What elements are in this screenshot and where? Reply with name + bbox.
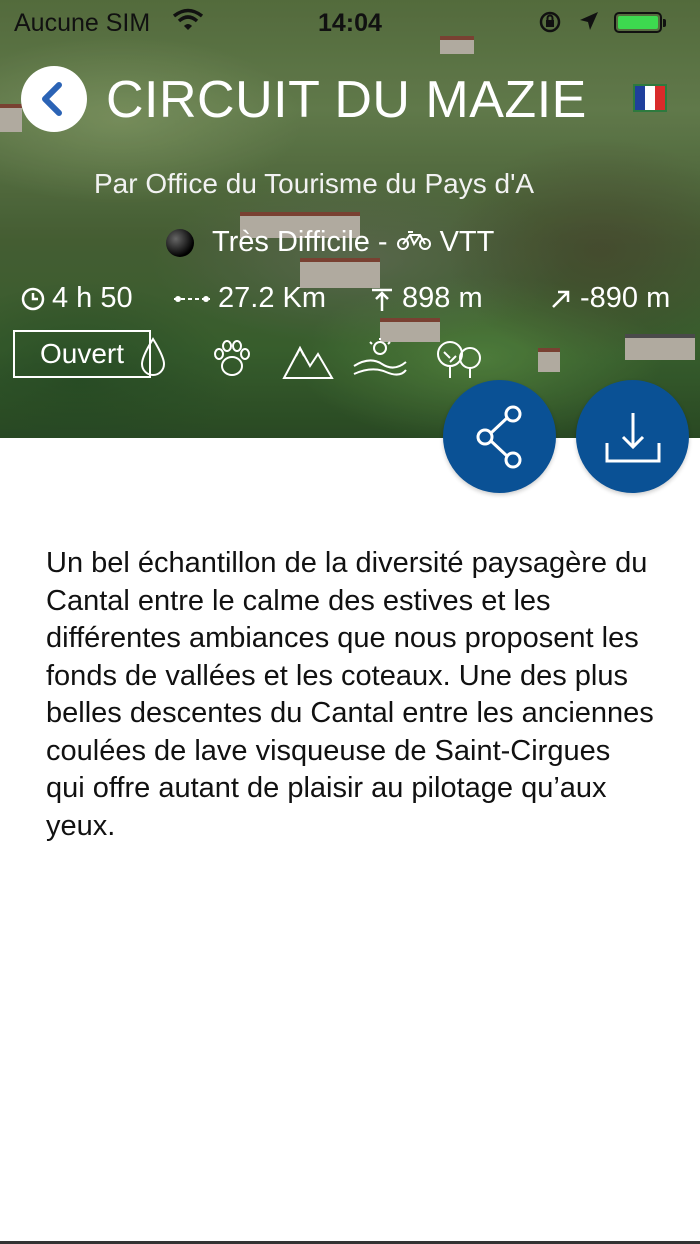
wifi-icon [172, 8, 204, 39]
descent-value: -890 m [580, 282, 671, 314]
separator: - [377, 226, 388, 258]
clock: 14:04 [318, 9, 382, 37]
duration-value: 4 h 50 [52, 282, 133, 314]
landscape-icon [352, 336, 408, 385]
mountains-icon [282, 336, 334, 385]
duration-stat: 4 h 50 [20, 282, 133, 315]
carrier-label: Aucune SIM [14, 9, 151, 37]
difficulty-dot-icon [166, 228, 194, 257]
trees-icon [434, 336, 486, 385]
fr-flag-icon[interactable] [633, 84, 667, 112]
ascent-value: 898 m [402, 282, 483, 314]
descent-stat: -890 m [548, 282, 670, 315]
distance-value: 27.2 Km [218, 282, 326, 314]
status-bar: Aucune SIM 14:04 [0, 0, 700, 46]
difficulty-row: Très Difficile - VTT [166, 226, 494, 259]
download-icon [605, 412, 660, 462]
ascent-icon [372, 288, 392, 311]
distance-stat: 27.2 Km [172, 282, 326, 315]
page-title: CIRCUIT DU MAZIE [106, 71, 587, 129]
description-text: Un bel échantillon de la diversité paysa… [46, 547, 654, 842]
clock-icon [21, 287, 45, 310]
bike-icon [396, 226, 432, 259]
paw-print-icon [210, 336, 254, 385]
ascent-stat: 898 m [368, 282, 483, 315]
chevron-left-icon [42, 82, 62, 116]
author-label: Par Office du Tourisme du Pays d'A [94, 168, 535, 199]
descent-icon [552, 290, 570, 308]
water-drop-icon [138, 336, 168, 385]
battery-icon [614, 12, 666, 33]
difficulty-label: Très Difficile [212, 226, 370, 258]
orientation-lock-icon [538, 10, 562, 41]
location-icon [578, 10, 600, 39]
download-button[interactable] [576, 380, 689, 493]
distance-icon [174, 295, 210, 302]
back-button[interactable] [21, 66, 87, 132]
activity-label: VTT [439, 226, 495, 258]
share-button[interactable] [443, 380, 556, 493]
status-badge: Ouvert [13, 330, 151, 378]
share-icon [476, 405, 521, 468]
